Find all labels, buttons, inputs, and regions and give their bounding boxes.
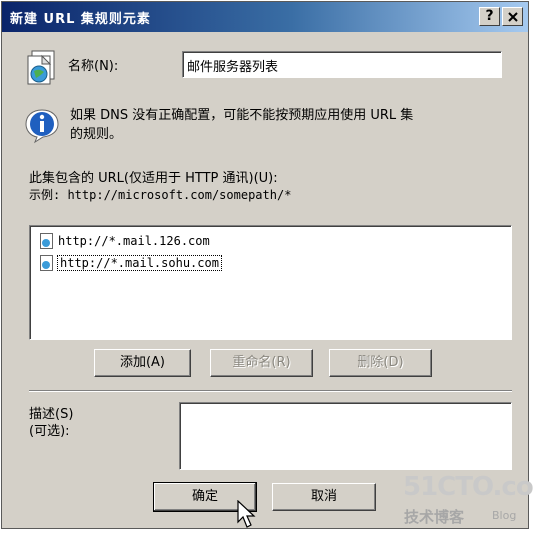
list-item[interactable]: http://*.mail.sohu.com	[40, 253, 222, 273]
description-optional-label: (可选):	[29, 424, 70, 439]
info-text-line1: 如果 DNS 没有正确配置，可能不能按预期应用使用 URL 集	[70, 108, 414, 123]
delete-button[interactable]: 删除(D)	[329, 349, 432, 377]
close-button[interactable]	[502, 7, 523, 26]
url-list-label: 此集包含的 URL(仅适用于 HTTP 通讯)(U):	[29, 171, 278, 186]
dialog-title: 新建 URL 集规则元素	[10, 12, 151, 27]
info-icon	[24, 108, 60, 144]
url-file-icon	[40, 233, 53, 249]
cancel-button[interactable]: 取消	[272, 483, 376, 511]
name-label: 名称(N):	[68, 59, 119, 74]
url-item-text: http://*.mail.sohu.com	[57, 255, 222, 271]
help-button[interactable]: ?	[479, 7, 500, 26]
url-item-text: http://*.mail.126.com	[58, 234, 210, 248]
title-bar[interactable]: 新建 URL 集规则元素 ?	[2, 2, 528, 32]
mouse-pointer-icon	[237, 500, 256, 528]
url-file-icon	[40, 255, 53, 271]
name-input-value: 邮件服务器列表	[187, 60, 279, 75]
url-set-icon	[25, 50, 59, 90]
watermark-blog: Blog	[492, 509, 517, 522]
separator	[29, 390, 512, 392]
dialog-window: 新建 URL 集规则元素 ? 名称(N): 邮件服务器列表 如果 DNS 没有正…	[1, 1, 533, 529]
info-text-line2: 的规则。	[70, 127, 123, 142]
watermark-brand: 51CTO.com	[403, 472, 533, 502]
watermark-sub: 技术博客	[404, 508, 465, 526]
rename-button[interactable]: 重命名(R)	[210, 349, 313, 377]
url-example: 示例: http://microsoft.com/somepath/*	[29, 188, 292, 202]
url-list[interactable]: http://*.mail.126.com http://*.mail.sohu…	[29, 225, 512, 340]
list-item[interactable]: http://*.mail.126.com	[40, 231, 210, 251]
add-button[interactable]: 添加(A)	[94, 349, 191, 377]
close-icon	[507, 12, 518, 22]
name-input[interactable]: 邮件服务器列表	[182, 51, 502, 78]
description-textarea[interactable]	[179, 402, 512, 470]
